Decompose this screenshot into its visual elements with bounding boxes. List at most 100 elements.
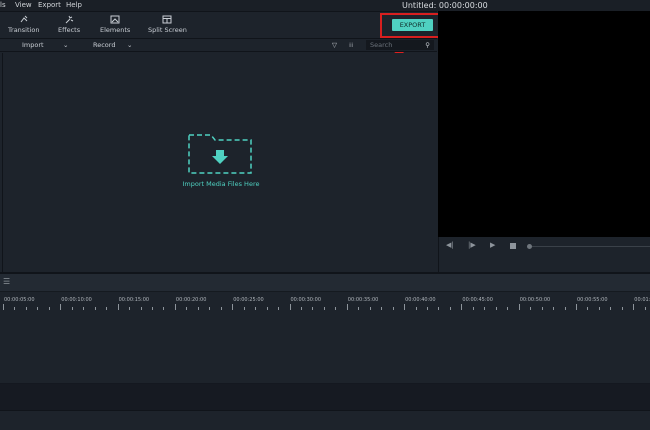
ruler-label: 00:00:10:00: [61, 297, 92, 303]
import-media-hint[interactable]: Import Media Files Here: [173, 180, 269, 188]
ruler-label: 00:00:45:00: [462, 297, 493, 303]
ruler-tick: [564, 307, 566, 310]
ruler-label: 00:00:25:00: [233, 297, 264, 303]
ruler-tick: [415, 307, 417, 310]
export-button[interactable]: EXPORT: [392, 19, 433, 31]
tool-transition[interactable]: Transition: [8, 15, 39, 34]
ruler-tick: [243, 307, 245, 310]
ruler-tick: [438, 307, 440, 310]
ruler-tick: [392, 307, 394, 310]
ruler-tick: [14, 307, 16, 310]
stop-icon[interactable]: [510, 243, 516, 249]
ruler-tick: [197, 307, 199, 310]
ruler-tick: [60, 304, 62, 310]
ruler-tick: [71, 307, 73, 310]
timeline-toolbar: ☰: [0, 272, 650, 291]
play-icon[interactable]: ▶: [490, 241, 495, 249]
ruler-tick: [553, 307, 555, 310]
ruler-label: 00:00:05:00: [4, 297, 35, 303]
import-folder-icon[interactable]: [187, 133, 255, 175]
ruler-tick: [48, 307, 50, 310]
ruler-tick: [621, 307, 623, 310]
ruler-tick: [346, 304, 348, 310]
tool-effects[interactable]: Effects: [58, 15, 80, 34]
ruler-tick: [94, 307, 96, 310]
ruler-tick: [633, 304, 635, 310]
tool-split-screen[interactable]: Split Screen: [148, 15, 187, 34]
playback-controls: ◀| |▶ ▶: [438, 237, 650, 272]
ruler-tick: [369, 307, 371, 310]
ruler-tick: [25, 307, 27, 310]
ruler-tick: [300, 307, 302, 310]
progress-bar[interactable]: [532, 246, 650, 247]
ruler-tick: [151, 307, 153, 310]
tool-label: Transition: [8, 26, 40, 34]
ruler-tick: [186, 307, 188, 310]
timeline-track-band[interactable]: [0, 383, 650, 411]
ruler-tick: [358, 307, 360, 310]
ruler-tick: [232, 304, 234, 310]
menu-bar: ls View Export Help: [0, 0, 650, 11]
ruler-tick: [278, 307, 280, 310]
timecode: 00:00:00:00: [438, 1, 488, 10]
record-dropdown-icon[interactable]: ⌄: [127, 41, 132, 49]
ruler-tick: [163, 307, 165, 310]
ruler-tick: [312, 307, 314, 310]
ruler-label: 00:00:15:00: [118, 297, 150, 303]
tool-label: Split Screen: [148, 26, 187, 34]
ruler-tick: [461, 304, 463, 310]
tool-elements[interactable]: Elements: [100, 15, 130, 34]
record-button[interactable]: Record: [93, 41, 115, 49]
ruler-tick: [255, 307, 257, 310]
media-library: Import Media Files Here: [2, 53, 437, 272]
ruler-tick: [209, 307, 211, 310]
ruler-label: 00:00:55:00: [577, 297, 608, 303]
timeline-ruler[interactable]: 00:00:05:00 00:00:10:00 00:00:15:00 00:00:2…: [0, 291, 650, 313]
ruler-tick: [472, 307, 474, 310]
ruler-label: 00:00:20:00: [175, 297, 207, 303]
ruler-tick: [507, 307, 509, 310]
ruler-tick: [117, 304, 119, 310]
ruler-tick: [427, 307, 429, 310]
toolbar: Transition Effects Elements Split Screen: [0, 11, 437, 38]
tool-label: Effects: [58, 26, 81, 34]
import-dropdown-icon[interactable]: ⌄: [63, 41, 68, 49]
split-screen-icon: [162, 15, 172, 24]
ruler-tick: [518, 304, 520, 310]
previous-frame-icon[interactable]: ◀|: [446, 241, 454, 249]
timeline-settings-icon[interactable]: ☰: [3, 277, 10, 286]
menu-tools[interactable]: ls: [0, 1, 6, 9]
grid-view-icon[interactable]: ⁞⁞: [349, 41, 353, 49]
transition-icon: [20, 15, 28, 23]
menu-view[interactable]: View: [15, 1, 32, 9]
ruler-tick: [404, 304, 406, 310]
search-placeholder: Search: [370, 41, 393, 49]
ruler-label: 00:00:35:00: [347, 297, 379, 303]
import-button[interactable]: Import: [22, 41, 44, 49]
next-frame-icon[interactable]: |▶: [468, 241, 476, 249]
ruler-tick: [83, 307, 85, 310]
menu-export[interactable]: Export: [38, 1, 61, 9]
ruler-tick: [381, 307, 383, 310]
ruler-tick: [598, 307, 600, 310]
effects-icon: [65, 15, 74, 24]
title-label: Untitled:: [402, 1, 437, 10]
ruler-label: 00:00:30:00: [290, 297, 322, 303]
search-input[interactable]: Search ⚲: [366, 40, 434, 50]
ruler-tick: [289, 304, 291, 310]
ruler-tick: [106, 307, 108, 310]
preview-screen: [438, 11, 650, 237]
ruler-tick: [323, 307, 325, 310]
ruler-tick: [541, 307, 543, 310]
filter-icon[interactable]: ▽: [332, 41, 337, 49]
ruler-tick: [37, 307, 39, 310]
ruler-label: 00:00:40:00: [405, 297, 436, 303]
search-icon[interactable]: ⚲: [425, 40, 430, 50]
tool-label: Elements: [100, 26, 131, 34]
ruler-tick: [495, 307, 497, 310]
ruler-label: 00:01:00:00: [634, 297, 650, 303]
ruler-tick: [129, 307, 131, 310]
ruler-tick: [610, 307, 612, 310]
timeline-tracks[interactable]: [0, 313, 650, 383]
menu-help[interactable]: Help: [66, 1, 82, 9]
